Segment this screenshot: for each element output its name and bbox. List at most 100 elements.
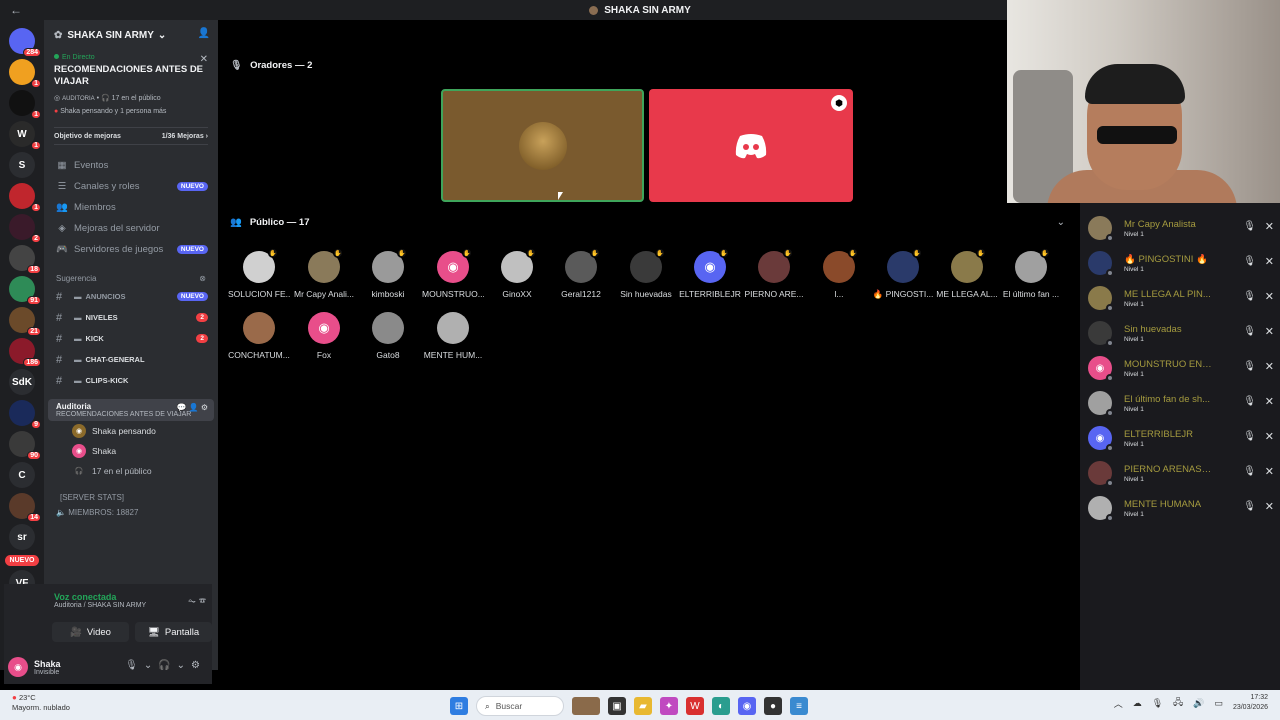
network-icon[interactable]: 🖧 [1173,695,1183,711]
server-icon[interactable]: 14 [9,493,41,522]
audience-member[interactable]: ✋ Geral1212 [550,248,612,299]
member-row[interactable]: 🔥 PINGOSTINI 🔥 Nivel 1 🎙 ✕ [1088,248,1274,278]
channel-item[interactable]: # ▬ chat-general [44,349,218,370]
invite-to-speak-icon[interactable]: 🎙 [1243,396,1256,407]
disconnect-icon[interactable]: ⏦ ☎ [188,596,206,607]
server-icon[interactable]: 1 [9,90,41,119]
channel-item[interactable]: # ▬ clips-kick [44,370,218,391]
server-icon[interactable]: 2 [9,214,41,243]
battery-icon[interactable]: ▭ [1214,698,1223,709]
stage-user[interactable]: ◉ Shaka pensando [44,421,218,441]
close-icon[interactable]: ✕ [1265,465,1274,478]
audience-member[interactable]: CONCHATUM... [228,312,290,360]
close-icon[interactable]: ✕ [200,54,208,65]
member-row[interactable]: ◉ MOUNSTRUO EN ... Nivel 1 🎙 ✕ [1088,353,1274,383]
file-explorer-icon[interactable]: ▰ [634,697,652,715]
audience-member[interactable]: ✋ SOLUCION FE... [228,248,290,299]
channel-item[interactable]: # ▬ kick 2 [44,328,218,349]
invite-to-speak-icon[interactable]: 🎙 [1243,326,1256,337]
close-icon[interactable]: ✕ [1265,430,1274,443]
task-view-icon[interactable]: ▣ [608,697,626,715]
channel-item[interactable]: # ▬ niveles 2 [44,307,218,328]
invite-to-speak-icon[interactable]: 🎙 [1243,256,1256,267]
close-icon[interactable]: ✕ [1265,500,1274,513]
nav-item[interactable]: ▦ Eventos [44,155,218,176]
chevron-up-icon[interactable]: ︿ [1114,697,1123,710]
audience-member[interactable]: Gato8 [357,312,419,360]
weather-widget[interactable]: ● 23°C Mayorm. nublado [12,693,70,713]
member-row[interactable]: ◉ ELTERRIBLEJR Nivel 1 🎙 ✕ [1088,423,1274,453]
close-icon[interactable]: ✕ [1265,395,1274,408]
member-row[interactable]: Sin huevadas Nivel 1 🎙 ✕ [1088,318,1274,348]
discord-icon[interactable]: ◉ [738,697,756,715]
server-icon[interactable]: 21 [9,307,41,336]
stage-channel-auditoria[interactable]: Auditoria RECOMENDACIONES ANTES DE VIAJA… [48,399,214,421]
boost-goal[interactable]: Objetivo de mejoras 1/36 Mejoras › [54,127,208,145]
close-icon[interactable]: ✕ [1265,360,1274,373]
close-icon[interactable]: ✕ [1265,325,1274,338]
stage-channel-actions[interactable]: 💬 👤 ⚙ [176,403,208,412]
audience-member[interactable]: ✋ l... [808,248,870,299]
audience-member[interactable]: ◉ Fox [293,312,355,360]
audience-member[interactable]: MENTE HUM... [422,312,484,360]
back-arrow-icon[interactable]: ← [10,3,22,17]
member-row[interactable]: Mr Capy Analista Nivel 1 🎙 ✕ [1088,213,1274,243]
invite-to-speak-icon[interactable]: 🎙 [1243,466,1256,477]
copilot-icon[interactable]: ✦ [660,697,678,715]
close-icon[interactable]: ✕ [1265,290,1274,303]
server-icon[interactable]: SdK [9,369,35,395]
member-row[interactable]: ME LLEGA AL PIN... Nivel 1 🎙 ✕ [1088,283,1274,313]
volume-icon[interactable]: 🔊 [1193,698,1204,709]
obs-icon[interactable]: ● [764,697,782,715]
server-header[interactable]: ✿ SHAKA SIN ARMY ⌄ 👤 [44,20,218,50]
invite-to-speak-icon[interactable]: 🎙 [1243,291,1256,302]
wps-icon[interactable]: W [686,697,704,715]
server-icon[interactable]: sr [9,524,35,550]
close-icon[interactable]: ✕ [1265,220,1274,233]
server-icon[interactable]: C [9,462,35,488]
add-member-icon[interactable]: 👤 [198,28,210,39]
mic-icon[interactable]: 🎙 [1152,698,1163,709]
edge-icon[interactable]: ◐ [712,697,730,715]
nav-item[interactable]: 👥 Miembros [44,197,218,218]
invite-to-speak-icon[interactable]: 🎙 [1243,361,1256,372]
invite-to-speak-icon[interactable]: 🎙 [1243,501,1256,512]
member-row[interactable]: PIERNO ARENAS ... Nivel 1 🎙 ✕ [1088,458,1274,488]
audience-member[interactable]: ✋ El último fan ... [1000,248,1062,299]
server-icon[interactable]: 186 [9,338,41,367]
audience-member[interactable]: ✋ Sin huevadas [615,248,677,299]
audience-member[interactable]: ✋ kimboski [357,248,419,299]
nav-item[interactable]: ◈ Mejoras del servidor [44,218,218,239]
cloud-icon[interactable]: ☁ [1133,698,1142,709]
nav-item[interactable]: ☰ Canales y roles NUEVO [44,176,218,197]
server-icon[interactable]: 284 [9,28,41,57]
invite-to-speak-icon[interactable]: 🎙 [1243,431,1256,442]
video-button[interactable]: 🎥 Video [52,622,129,642]
invite-to-speak-icon[interactable]: 🎙 [1243,221,1256,232]
close-icon[interactable]: ✕ [1265,255,1274,268]
speaker-tile-shaka-pensando[interactable] [441,89,644,202]
member-row[interactable]: MENTE HUMANA Nivel 1 🎙 ✕ [1088,493,1274,523]
user-area[interactable]: ◉ Shaka Invisible 🎙⌄🎧⌄⚙ [8,654,212,680]
audience-member[interactable]: ✋ ME LLEGA AL... [936,248,998,299]
server-icon[interactable]: 18 [9,245,41,274]
user-controls[interactable]: 🎙⌄🎧⌄⚙ [125,660,206,671]
audience-member[interactable]: ✋ Mr Capy Anali... [293,248,355,299]
audience-member[interactable]: ◉ ✋ MOUNSTRUO... [422,248,484,299]
taskbar-search[interactable]: ⌕ Buscar [476,696,564,716]
speaker-tile-shaka[interactable]: ⬢ [649,89,853,202]
screen-share-button[interactable]: 🖥 Pantalla [135,622,212,642]
server-icon[interactable]: S [9,152,35,178]
audience-member[interactable]: ✋ 🔥 PINGOSTI... [872,248,934,300]
member-row[interactable]: El último fan de sh... Nivel 1 🎙 ✕ [1088,388,1274,418]
audience-member[interactable]: ◉ ✋ ELTERRIBLEJR [679,248,741,299]
live-event-card[interactable]: En Directo ✕ RECOMENDACIONES ANTES DE VI… [44,50,218,119]
server-icon[interactable]: 1 [9,59,41,88]
stage-user[interactable]: 🎧 17 en el público [44,461,218,481]
server-icon[interactable]: 90 [9,431,41,460]
audience-member[interactable]: ✋ PIERNO ARE... [743,248,805,299]
category-sugerencia[interactable]: Sugerencia ⊗ [44,270,218,286]
widget-icon[interactable] [572,697,600,715]
audience-member[interactable]: ✋ GinoXX [486,248,548,299]
server-icon[interactable]: 9 [9,400,41,429]
